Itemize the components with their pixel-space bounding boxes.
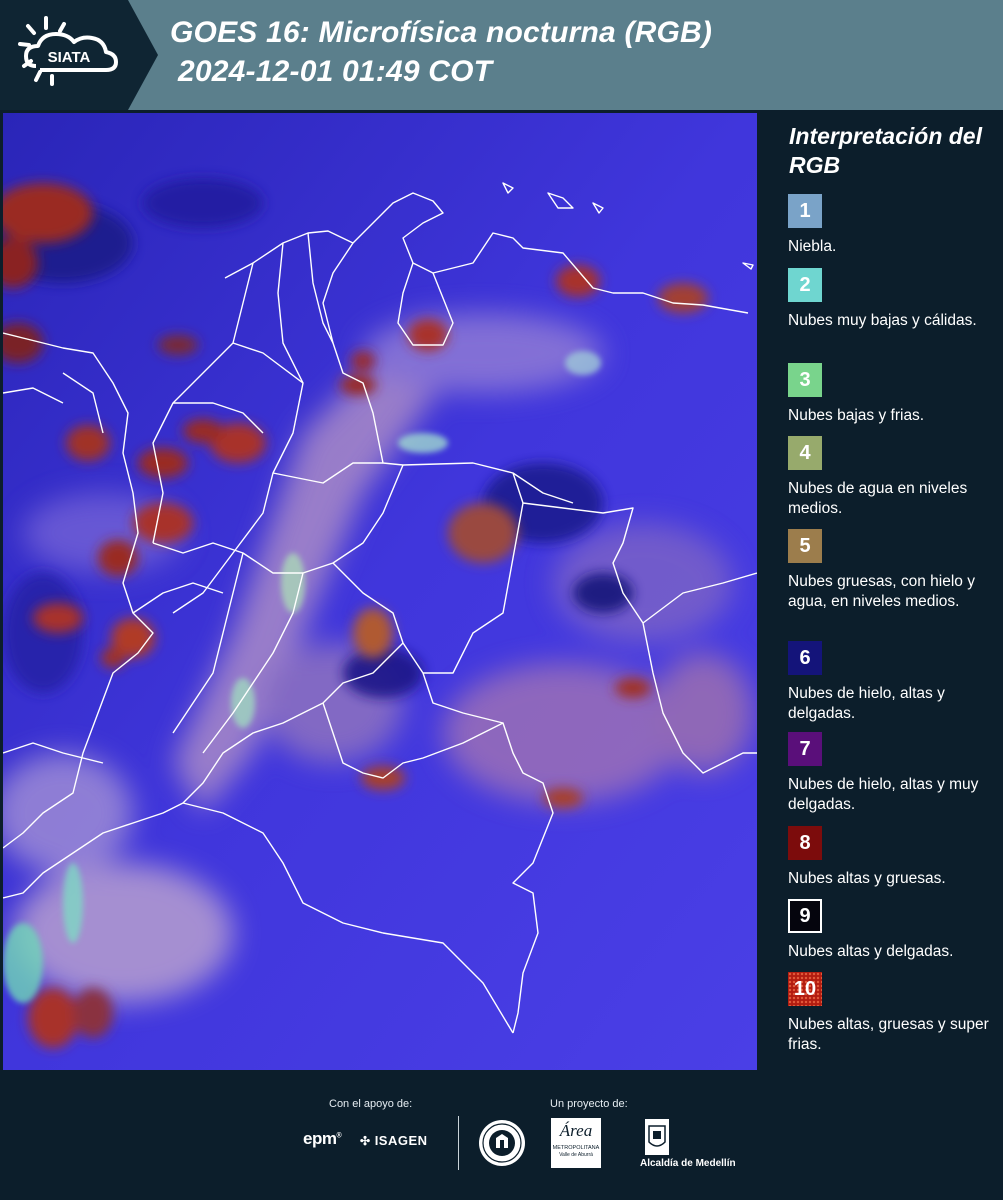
legend-item-10: 10 Nubes altas, gruesas y super frias. xyxy=(788,972,998,1055)
satellite-map[interactable] xyxy=(0,110,760,1070)
legend-label: Nubes altas, gruesas y super frias. xyxy=(788,1016,989,1053)
legend-item-2: 2 Nubes muy bajas y cálidas. xyxy=(788,268,998,331)
legend-label: Nubes muy bajas y cálidas. xyxy=(788,312,977,329)
legend-swatch: 10 xyxy=(788,972,822,1006)
legend-item-1: 1 Niebla. xyxy=(788,194,998,257)
isagen-icon: ✣ xyxy=(360,1134,371,1148)
legend-swatch: 5 xyxy=(788,529,822,563)
legend-swatch: 8 xyxy=(788,826,822,860)
area-metropolitana-logo: Área METROPOLITANA Valle de Aburrá xyxy=(551,1118,601,1168)
legend-item-3: 3 Nubes bajas y frias. xyxy=(788,363,998,426)
isagen-logo: ✣ ISAGEN xyxy=(360,1133,428,1148)
legend-item-9: 9 Nubes altas y delgadas. xyxy=(788,899,998,962)
epm-logo: epm® xyxy=(303,1129,342,1148)
logo-text: SIATA xyxy=(48,49,91,66)
legend-item-8: 8 Nubes altas y gruesas. xyxy=(788,826,998,889)
footer-divider xyxy=(458,1116,459,1170)
legend-label: Nubes de hielo, altas y muy delgadas. xyxy=(788,776,979,813)
legend-swatch: 7 xyxy=(788,732,822,766)
legend-label: Nubes de hielo, altas y delgadas. xyxy=(788,685,945,722)
legend-item-5: 5 Nubes gruesas, con hielo y agua, en ni… xyxy=(788,529,998,612)
legend-label: Niebla. xyxy=(788,238,837,255)
legend-label: Nubes bajas y frias. xyxy=(788,407,925,424)
legend-item-7: 7 Nubes de hielo, altas y muy delgadas. xyxy=(788,732,998,815)
legend-label: Nubes de agua en niveles medios. xyxy=(788,480,968,517)
isagen-logo-text: ISAGEN xyxy=(374,1133,428,1148)
university-seal-icon xyxy=(477,1118,527,1173)
legend-label: Nubes altas y delgadas. xyxy=(788,943,954,960)
legend-label: Nubes gruesas, con hielo y agua, en nive… xyxy=(788,573,975,610)
header-bar: SIATA GOES 16: Microfísica nocturna (RGB… xyxy=(0,0,1003,110)
timestamp: 2024-12-01 01:49 COT xyxy=(178,55,493,88)
epm-logo-text: epm xyxy=(303,1129,337,1148)
legend-item-4: 4 Nubes de agua en niveles medios. xyxy=(788,436,998,519)
project-caption: Un proyecto de: xyxy=(550,1098,628,1110)
legend-title: Interpretación del RGB xyxy=(789,123,982,178)
alcaldia-label: Alcaldía de Medellín xyxy=(640,1158,736,1169)
legend-label: Nubes altas y gruesas. xyxy=(788,870,946,887)
legend-swatch: 2 xyxy=(788,268,822,302)
area-logo-subtext2: Valle de Aburrá xyxy=(559,1152,593,1158)
legend-swatch: 9 xyxy=(788,899,822,933)
siata-logo: SIATA xyxy=(0,0,158,110)
legend-item-6: 6 Nubes de hielo, altas y delgadas. xyxy=(788,641,998,724)
alcaldia-shield-icon xyxy=(644,1118,670,1161)
satellite-rgb-map xyxy=(3,113,757,1070)
legend-panel: Interpretación del RGB 1 Niebla. 2 Nubes… xyxy=(760,110,1003,1070)
legend-swatch: 3 xyxy=(788,363,822,397)
area-logo-subtext: METROPOLITANA xyxy=(552,1145,600,1151)
page-title: GOES 16: Microfísica nocturna (RGB) xyxy=(170,16,713,49)
legend-swatch: 4 xyxy=(788,436,822,470)
support-caption: Con el apoyo de: xyxy=(329,1098,413,1110)
area-logo-text: Área xyxy=(559,1121,593,1140)
footer: Con el apoyo de: Un proyecto de: epm® ✣ … xyxy=(0,1070,1003,1200)
legend-swatch: 1 xyxy=(788,194,822,228)
legend-swatch: 6 xyxy=(788,641,822,675)
